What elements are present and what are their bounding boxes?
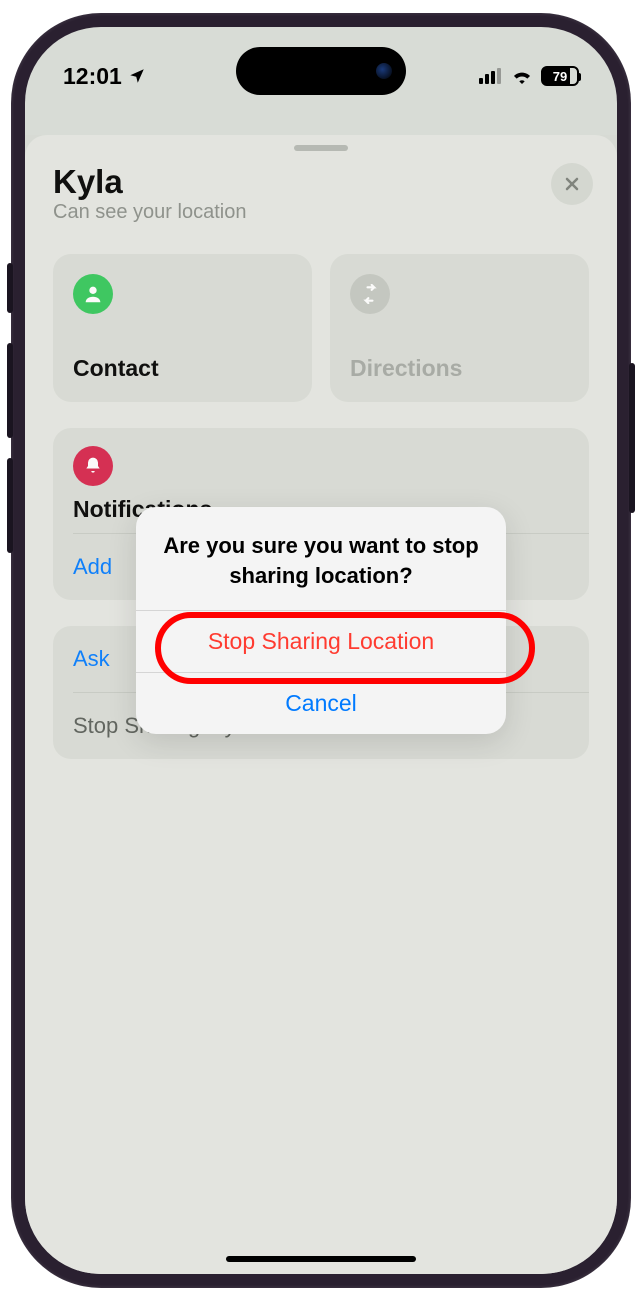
status-time: 12:01 — [63, 63, 122, 90]
cellular-icon — [479, 68, 503, 84]
directions-tile-label: Directions — [350, 355, 569, 382]
home-indicator[interactable] — [226, 1256, 416, 1262]
close-icon — [564, 176, 580, 192]
power-button — [629, 363, 635, 513]
mute-switch — [7, 263, 13, 313]
alert-title: Are you sure you want to stop sharing lo… — [136, 507, 506, 610]
volume-down-button — [7, 458, 13, 553]
contact-subtitle: Can see your location — [53, 201, 589, 224]
battery-indicator: 79 — [541, 66, 579, 86]
dynamic-island — [236, 47, 406, 95]
directions-tile: Directions — [330, 254, 589, 402]
bell-icon — [73, 446, 113, 486]
contact-tile[interactable]: Contact — [53, 254, 312, 402]
iphone-frame: 12:01 79 Kyla Can see your location — [11, 13, 631, 1288]
location-arrow-icon — [128, 67, 146, 85]
volume-up-button — [7, 343, 13, 438]
cancel-button[interactable]: Cancel — [136, 673, 506, 734]
person-icon — [73, 274, 113, 314]
contact-tile-label: Contact — [73, 355, 292, 382]
screen: 12:01 79 Kyla Can see your location — [25, 27, 617, 1274]
front-camera — [376, 63, 392, 79]
contact-name: Kyla — [53, 163, 589, 201]
close-button[interactable] — [551, 163, 593, 205]
stop-sharing-button[interactable]: Stop Sharing Location — [136, 611, 506, 672]
confirmation-alert: Are you sure you want to stop sharing lo… — [136, 507, 506, 734]
directions-icon — [350, 274, 390, 314]
wifi-icon — [511, 68, 533, 84]
